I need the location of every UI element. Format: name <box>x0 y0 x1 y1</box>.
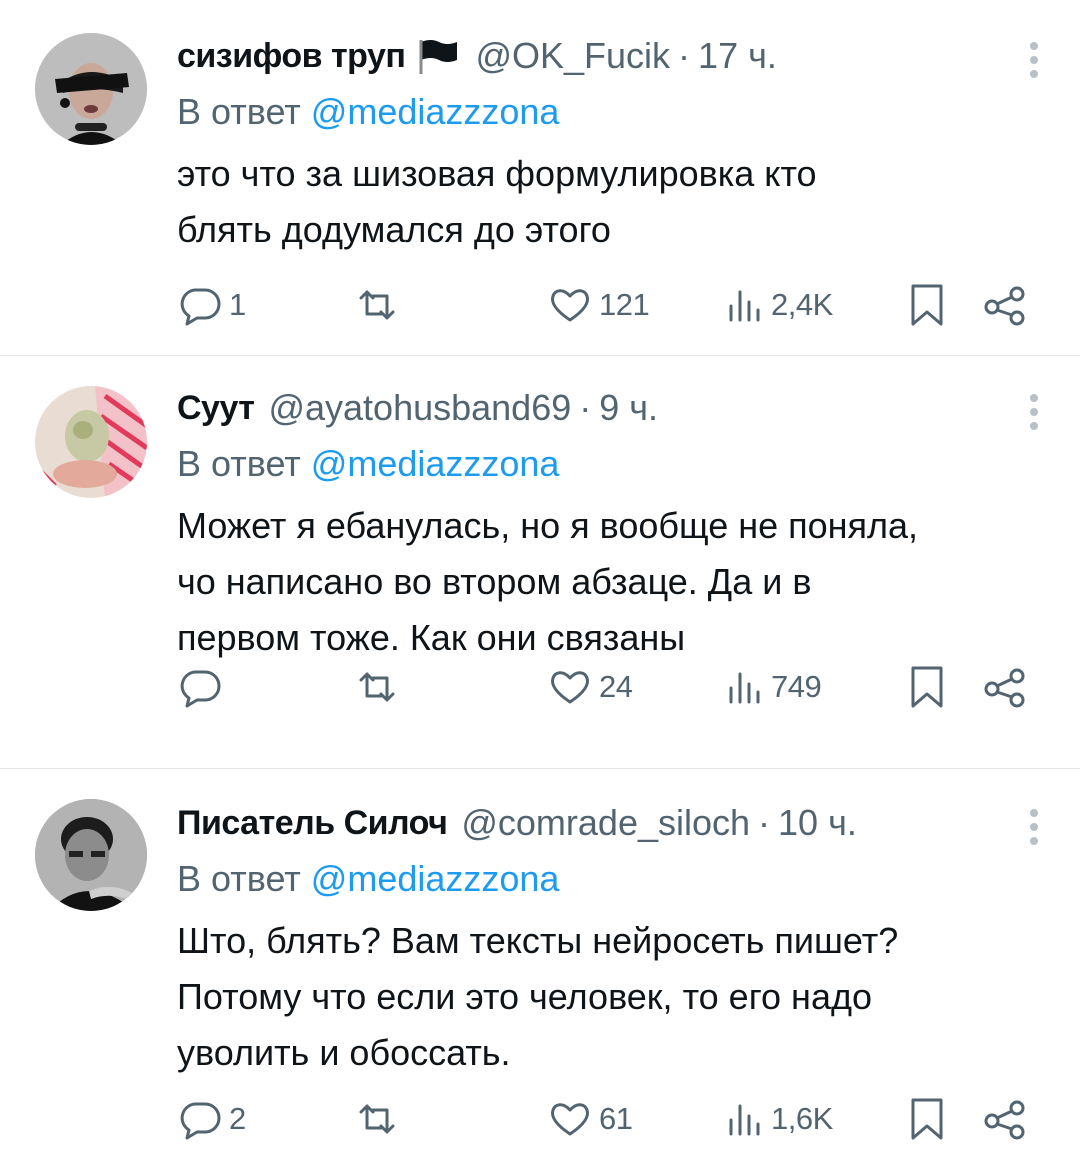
share-icon <box>983 1098 1027 1140</box>
reply-bubble-icon <box>177 666 223 708</box>
views-chart-icon <box>725 284 765 326</box>
like-count: 24 <box>599 669 633 704</box>
reply-prefix: В ответ <box>177 858 301 899</box>
timestamp[interactable]: 10 ч. <box>778 802 857 844</box>
views-button[interactable]: 749 <box>725 664 822 710</box>
share-button[interactable] <box>983 282 1027 328</box>
reply-context: В ответ @mediazzzona <box>177 88 1040 136</box>
views-chart-icon <box>725 666 765 708</box>
heart-icon <box>547 284 593 326</box>
bookmark-button[interactable] <box>907 664 947 710</box>
like-count: 121 <box>599 287 650 322</box>
bookmark-button[interactable] <box>907 282 947 328</box>
user-handle[interactable]: @ayatohusband69 <box>268 387 571 429</box>
tweet[interactable]: Писатель Силоч @comrade_siloch · 10 ч. В… <box>0 769 1080 1158</box>
reply-button[interactable] <box>177 664 229 710</box>
reply-count: 1 <box>229 287 246 322</box>
more-vertical-icon[interactable] <box>1028 807 1040 852</box>
like-button[interactable]: 121 <box>547 282 650 328</box>
timestamp[interactable]: 17 ч. <box>698 35 777 77</box>
tweet-text: Может я ебанулась, но я вообще не поняла… <box>177 498 1040 666</box>
user-handle[interactable]: @comrade_siloch <box>461 802 750 844</box>
tweet-text-line: Потому что если это человек, то его надо <box>177 976 872 1017</box>
heart-icon <box>547 1098 593 1140</box>
mention-link[interactable]: @mediazzzona <box>311 443 560 484</box>
reply-bubble-icon <box>177 284 223 326</box>
reply-prefix: В ответ <box>177 91 301 132</box>
tweet-text-line: блять додумался до этого <box>177 209 611 250</box>
reply-context: В ответ @mediazzzona <box>177 440 1040 488</box>
action-bar: 2 61 1,6K <box>177 1096 1040 1142</box>
bookmark-icon <box>907 664 947 710</box>
retweet-button[interactable] <box>353 664 407 710</box>
heart-icon <box>547 666 593 708</box>
reply-button[interactable]: 1 <box>177 282 246 328</box>
separator-dot: · <box>579 387 592 428</box>
retweet-button[interactable] <box>353 1096 407 1142</box>
more-vertical-icon[interactable] <box>1028 392 1040 437</box>
share-button[interactable] <box>983 1096 1027 1142</box>
separator-dot: · <box>758 802 771 843</box>
mention-link[interactable]: @mediazzzona <box>311 91 560 132</box>
mention-link[interactable]: @mediazzzona <box>311 858 560 899</box>
views-button[interactable]: 2,4K <box>725 282 833 328</box>
tweet[interactable]: Суут @ayatohusband69 · 9 ч. В ответ @med… <box>0 356 1080 768</box>
bookmark-button[interactable] <box>907 1096 947 1142</box>
retweet-icon <box>353 284 401 326</box>
like-button[interactable]: 61 <box>547 1096 633 1142</box>
avatar[interactable] <box>35 799 147 911</box>
share-button[interactable] <box>983 664 1027 710</box>
tweet-text-line: чо написано во втором абзаце. Да и в <box>177 561 812 602</box>
timestamp[interactable]: 9 ч. <box>599 387 658 429</box>
tweet-text-line: это что за шизовая формулировка кто <box>177 153 817 194</box>
avatar[interactable] <box>35 386 147 498</box>
retweet-icon <box>353 1098 401 1140</box>
tweet-text-line: уволить и обоссать. <box>177 1032 511 1073</box>
user-handle[interactable]: @OK_Fucik <box>475 35 670 77</box>
tweet-text-line: Может я ебанулась, но я вообще не поняла… <box>177 505 919 546</box>
separator-dot: · <box>678 35 691 76</box>
views-chart-icon <box>725 1098 765 1140</box>
reply-count: 2 <box>229 1101 246 1136</box>
avatar[interactable] <box>35 33 147 145</box>
tweet-text-line: первом тоже. Как они связаны <box>177 617 686 658</box>
reply-prefix: В ответ <box>177 443 301 484</box>
more-vertical-icon[interactable] <box>1028 40 1040 85</box>
retweet-button[interactable] <box>353 282 407 328</box>
action-bar: 1 121 2,4K <box>177 282 1040 328</box>
like-count: 61 <box>599 1101 633 1136</box>
views-count: 1,6K <box>771 1101 833 1136</box>
action-bar: 24 749 <box>177 664 1040 710</box>
views-count: 2,4K <box>771 287 833 322</box>
display-name[interactable]: Писатель Силоч <box>177 804 448 843</box>
display-name[interactable]: Суут <box>177 389 255 428</box>
tweet-text: Што, блять? Вам тексты нейросеть пишет? … <box>177 913 1040 1081</box>
display-name[interactable]: сизифов труп <box>177 37 406 76</box>
share-icon <box>983 666 1027 708</box>
reply-button[interactable]: 2 <box>177 1096 246 1142</box>
reply-bubble-icon <box>177 1098 223 1140</box>
share-icon <box>983 284 1027 326</box>
tweet-text: это что за шизовая формулировка кто блят… <box>177 146 1040 258</box>
bookmark-icon <box>907 282 947 328</box>
reply-context: В ответ @mediazzzona <box>177 855 1040 903</box>
tweet-text-line: Што, блять? Вам тексты нейросеть пишет? <box>177 920 899 961</box>
like-button[interactable]: 24 <box>547 664 633 710</box>
retweet-icon <box>353 666 401 708</box>
bookmark-icon <box>907 1096 947 1142</box>
black-flag-icon <box>417 36 461 76</box>
tweet[interactable]: сизифов труп @OK_Fucik · 17 ч. В ответ @… <box>0 0 1080 355</box>
views-button[interactable]: 1,6K <box>725 1096 833 1142</box>
views-count: 749 <box>771 669 822 704</box>
